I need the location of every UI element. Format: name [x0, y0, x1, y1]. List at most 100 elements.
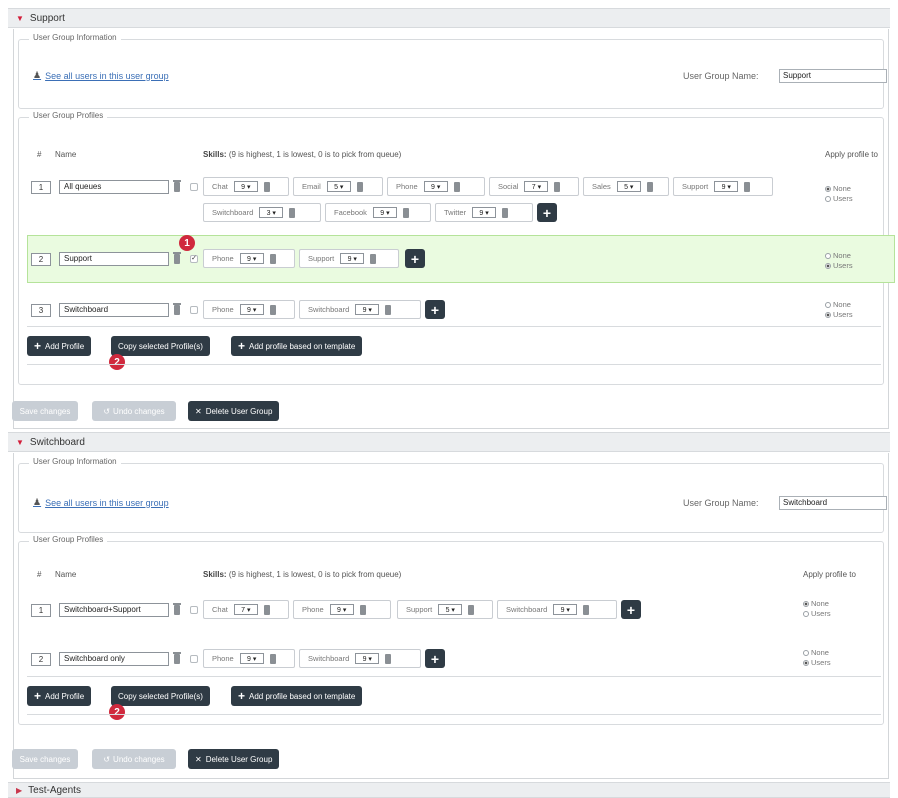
skill-level-select[interactable]: 7 ▾	[233, 604, 258, 615]
see-all-users-link[interactable]: ♟ See all users in this user group	[33, 70, 169, 81]
profile-select-checkbox[interactable]	[190, 655, 198, 663]
trash-icon[interactable]	[356, 181, 363, 192]
save-changes-button[interactable]: Save changes	[12, 749, 78, 769]
radio-none[interactable]: None	[803, 648, 831, 658]
skill-email[interactable]: Email 5 ▾	[293, 177, 383, 196]
skill-chat[interactable]: Chat 7 ▾	[203, 600, 289, 619]
radio-none[interactable]: None	[825, 300, 853, 310]
trash-icon[interactable]	[502, 207, 509, 218]
skill-level-select[interactable]: 9 ▾	[355, 304, 380, 315]
trash-icon[interactable]	[263, 604, 270, 615]
skill-phone[interactable]: Phone 9 ▾	[203, 649, 295, 668]
trash-icon[interactable]	[269, 253, 276, 264]
trash-icon[interactable]	[173, 603, 181, 615]
radio-users[interactable]: Users	[825, 261, 853, 271]
copy-selected-profiles-button[interactable]: Copy selected Profile(s)	[111, 686, 210, 706]
profile-name-input[interactable]: Support	[59, 252, 169, 266]
add-profile-button[interactable]: + Add Profile	[27, 686, 92, 706]
trash-icon[interactable]	[385, 304, 392, 315]
radio-none[interactable]: None	[803, 599, 831, 609]
add-profile-template-button[interactable]: + Add profile based on template	[231, 686, 363, 706]
trash-icon[interactable]	[359, 604, 366, 615]
skill-level-select[interactable]: 9 ▾	[239, 253, 264, 264]
skill-support[interactable]: Support 9 ▾	[299, 249, 399, 268]
add-profile-template-button[interactable]: + Add profile based on template	[231, 336, 363, 356]
skill-level-select[interactable]: 9 ▾	[355, 653, 380, 664]
skill-sales[interactable]: Sales 5 ▾	[583, 177, 669, 196]
skill-level-select[interactable]: 9 ▾	[233, 181, 258, 192]
skill-level-select[interactable]: 9 ▾	[329, 604, 354, 615]
skill-facebook[interactable]: Facebook 9 ▾	[325, 203, 431, 222]
skill-phone[interactable]: Phone 9 ▾	[293, 600, 391, 619]
copy-selected-profiles-button[interactable]: Copy selected Profile(s)	[111, 336, 210, 356]
skill-switchboard[interactable]: Switchboard 9 ▾	[299, 649, 421, 668]
skill-level-select[interactable]: 9 ▾	[423, 181, 448, 192]
skill-level-select[interactable]: 9 ▾	[340, 253, 365, 264]
skill-level-select[interactable]: 9 ▾	[472, 207, 497, 218]
profile-name-input[interactable]: All queues	[59, 180, 169, 194]
trash-icon[interactable]	[744, 181, 751, 192]
profile-select-checkbox[interactable]	[190, 183, 198, 191]
save-changes-button[interactable]: Save changes	[12, 401, 78, 421]
trash-icon[interactable]	[173, 252, 181, 264]
skill-chat[interactable]: Chat 9 ▾	[203, 177, 289, 196]
skill-level-select[interactable]: 5 ▾	[326, 181, 351, 192]
trash-icon[interactable]	[402, 207, 409, 218]
trash-icon[interactable]	[269, 304, 276, 315]
skill-support[interactable]: Support 5 ▾	[397, 600, 493, 619]
radio-users[interactable]: Users	[803, 609, 831, 619]
group-name-input[interactable]: Support	[779, 69, 887, 83]
radio-none[interactable]: None	[825, 184, 853, 194]
profile-name-input[interactable]: Switchboard+Support	[59, 603, 169, 617]
radio-none[interactable]: None	[825, 251, 853, 261]
skill-switchboard[interactable]: Switchboard 9 ▾	[299, 300, 421, 319]
see-all-users-link[interactable]: ♟ See all users in this user group	[33, 497, 169, 508]
skill-level-select[interactable]: 9 ▾	[372, 207, 397, 218]
trash-icon[interactable]	[263, 181, 270, 192]
skill-level-select[interactable]: 5 ▾	[616, 181, 641, 192]
skill-phone[interactable]: Phone 9 ▾	[387, 177, 485, 196]
group-header-support[interactable]: ▼ Support	[8, 8, 890, 28]
radio-users[interactable]: Users	[825, 310, 853, 320]
add-profile-button[interactable]: + Add Profile	[27, 336, 92, 356]
profile-name-input[interactable]: Switchboard	[59, 303, 169, 317]
add-skill-button[interactable]: +	[425, 649, 445, 668]
skill-phone[interactable]: Phone 9 ▾	[203, 249, 295, 268]
skill-level-select[interactable]: 9 ▾	[714, 181, 739, 192]
profile-name-input[interactable]: Switchboard only	[59, 652, 169, 666]
undo-changes-button[interactable]: ↺ Undo changes	[92, 401, 176, 421]
trash-icon[interactable]	[173, 303, 181, 315]
trash-icon[interactable]	[646, 181, 653, 192]
trash-icon[interactable]	[453, 181, 460, 192]
skill-social[interactable]: Social 7 ▾	[489, 177, 579, 196]
add-skill-button[interactable]: +	[425, 300, 445, 319]
add-skill-button[interactable]: +	[405, 249, 425, 268]
skill-switchboard[interactable]: Switchboard 3 ▾	[203, 203, 321, 222]
profile-select-checkbox[interactable]	[190, 606, 198, 614]
trash-icon[interactable]	[385, 653, 392, 664]
trash-icon[interactable]	[554, 181, 561, 192]
skill-phone[interactable]: Phone 9 ▾	[203, 300, 295, 319]
trash-icon[interactable]	[173, 180, 181, 192]
delete-user-group-button[interactable]: ✕ Delete User Group	[188, 749, 280, 769]
profile-select-checkbox[interactable]	[190, 306, 198, 314]
trash-icon[interactable]	[173, 652, 181, 664]
group-name-input[interactable]: Switchboard	[779, 496, 887, 510]
skill-level-select[interactable]: 9 ▾	[553, 604, 578, 615]
skill-twitter[interactable]: Twitter 9 ▾	[435, 203, 533, 222]
trash-icon[interactable]	[468, 604, 475, 615]
trash-icon[interactable]	[583, 604, 590, 615]
skill-level-select[interactable]: 9 ▾	[239, 653, 264, 664]
skill-level-select[interactable]: 5 ▾	[438, 604, 463, 615]
skill-switchboard[interactable]: Switchboard 9 ▾	[497, 600, 617, 619]
profile-select-checkbox[interactable]: ✓	[190, 255, 198, 263]
group-header-test-agents[interactable]: ▶ Test-Agents	[8, 782, 890, 798]
trash-icon[interactable]	[269, 653, 276, 664]
group-header-switchboard[interactable]: ▼ Switchboard	[8, 432, 890, 452]
radio-users[interactable]: Users	[803, 658, 831, 668]
add-skill-button[interactable]: +	[537, 203, 557, 222]
radio-users[interactable]: Users	[825, 194, 853, 204]
skill-support[interactable]: Support 9 ▾	[673, 177, 773, 196]
add-skill-button[interactable]: +	[621, 600, 641, 619]
trash-icon[interactable]	[370, 253, 377, 264]
